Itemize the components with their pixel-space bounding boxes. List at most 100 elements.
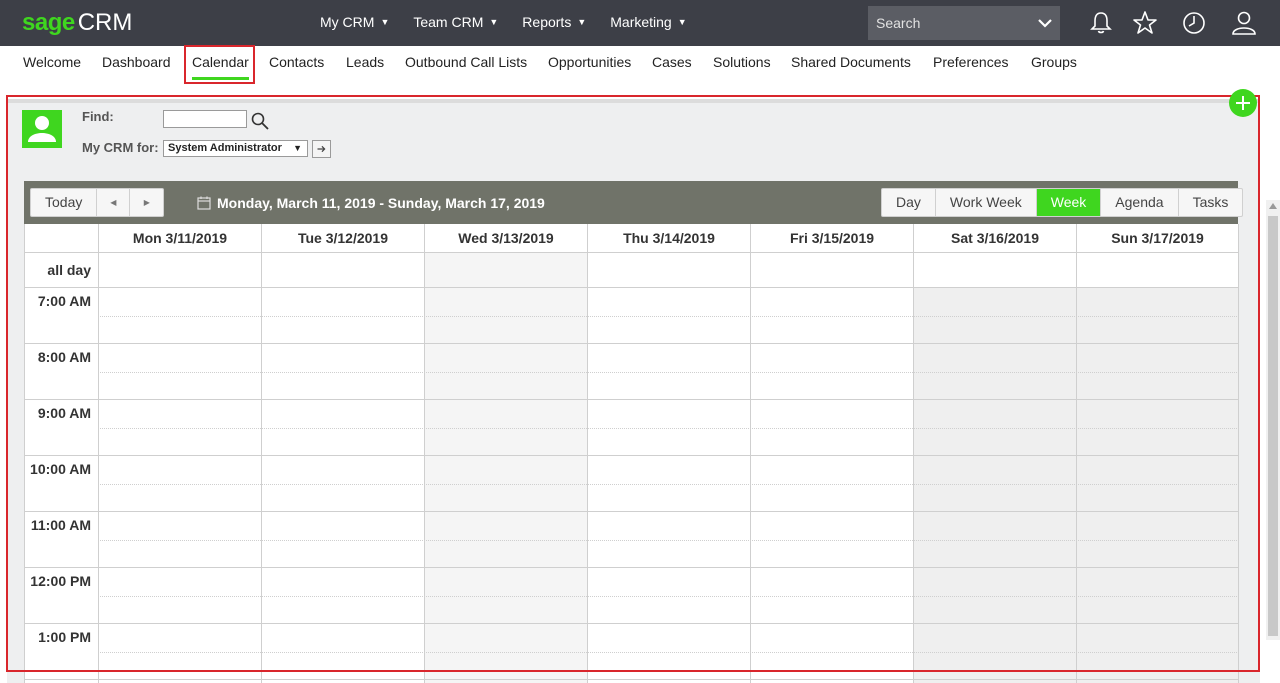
user-icon[interactable]: [1231, 10, 1257, 36]
grid-line: [1076, 224, 1077, 683]
caret-down-icon: ▼: [489, 17, 499, 27]
half-hour-line: [98, 540, 1239, 541]
day-header-sun[interactable]: Sun 3/17/2019: [1077, 224, 1239, 253]
calendar-icon: [197, 196, 211, 210]
tab-contacts[interactable]: Contacts: [269, 46, 324, 80]
caret-down-icon: ▼: [577, 17, 587, 27]
search-box: [868, 6, 1060, 40]
day-header-mon[interactable]: Mon 3/11/2019: [99, 224, 262, 253]
tab-opportunities[interactable]: Opportunities: [548, 46, 631, 80]
tab-welcome[interactable]: Welcome: [23, 46, 81, 80]
grid-line: [913, 224, 914, 683]
view-tasks-button[interactable]: Tasks: [1179, 189, 1243, 216]
my-crm-user-value: System Administrator: [168, 142, 282, 154]
topnav-team-crm-label: Team CRM: [413, 14, 484, 30]
find-input[interactable]: [163, 110, 247, 128]
clock-icon[interactable]: [1181, 10, 1207, 36]
half-hour-line: [98, 316, 1239, 317]
topnav-reports[interactable]: Reports ▼: [510, 0, 598, 46]
bell-icon[interactable]: [1088, 10, 1114, 36]
scroll-up-arrow-icon[interactable]: [1269, 203, 1277, 209]
topnav-my-crm-label: My CRM: [320, 14, 375, 30]
top-nav: My CRM ▼ Team CRM ▼ Reports ▼ Marketing ▼: [308, 0, 699, 46]
half-hour-line: [98, 372, 1239, 373]
search-input[interactable]: [868, 6, 1028, 40]
today-column-shade: [425, 253, 588, 683]
tab-solutions[interactable]: Solutions: [713, 46, 771, 80]
time-label: 11:00 AM: [30, 517, 91, 533]
hour-line: [25, 623, 1239, 624]
topnav-my-crm[interactable]: My CRM ▼: [308, 0, 401, 46]
grid-line: [98, 224, 99, 683]
view-week-button[interactable]: Week: [1036, 189, 1102, 216]
page-scrollbar[interactable]: [1266, 200, 1280, 640]
chevron-down-icon[interactable]: [1036, 14, 1054, 32]
caret-down-icon: ▼: [380, 17, 390, 27]
date-range: Monday, March 11, 2019 - Sunday, March 1…: [197, 195, 545, 211]
time-label: 9:00 AM: [37, 405, 91, 421]
time-label: 8:00 AM: [37, 349, 91, 365]
tab-groups[interactable]: Groups: [1031, 46, 1077, 80]
tab-leads[interactable]: Leads: [346, 46, 384, 80]
scrollbar-thumb[interactable]: [1268, 216, 1278, 636]
topnav-reports-label: Reports: [522, 14, 572, 30]
view-day-button[interactable]: Day: [882, 189, 936, 216]
find-label: Find:: [82, 109, 114, 124]
search-icon[interactable]: [250, 111, 270, 131]
navigation-buttons: Today ◀ ▶: [30, 188, 165, 217]
star-icon[interactable]: [1132, 10, 1158, 36]
sage-crm-logo[interactable]: sage CRM: [22, 8, 132, 38]
grid-line: [750, 224, 751, 683]
time-label: 10:00 AM: [30, 461, 91, 477]
grid-line: [424, 224, 425, 683]
half-hour-line: [98, 596, 1239, 597]
tab-shared-documents[interactable]: Shared Documents: [791, 46, 911, 80]
top-bar: sage CRM My CRM ▼ Team CRM ▼ Reports ▼ Marke…: [0, 0, 1280, 46]
hour-line: [25, 455, 1239, 456]
hour-line: [25, 399, 1239, 400]
day-header-fri[interactable]: Fri 3/15/2019: [751, 224, 914, 253]
hour-line: [25, 343, 1239, 344]
day-header-sat[interactable]: Sat 3/16/2019: [914, 224, 1077, 253]
hour-line: [25, 567, 1239, 568]
week-grid: Mon 3/11/2019 Tue 3/12/2019 Wed 3/13/201…: [24, 224, 1239, 683]
topnav-marketing[interactable]: Marketing ▼: [598, 0, 698, 46]
all-day-label: all day: [47, 262, 91, 278]
all-day-row[interactable]: [25, 253, 1239, 288]
logo-crm-text: CRM: [77, 9, 133, 36]
hour-line: [25, 679, 1239, 680]
date-range-text: Monday, March 11, 2019 - Sunday, March 1…: [217, 195, 545, 211]
time-label: 7:00 AM: [37, 293, 91, 309]
logo-sage-text: sage: [22, 9, 75, 36]
tab-outbound-call-lists[interactable]: Outbound Call Lists: [405, 46, 527, 80]
today-button[interactable]: Today: [31, 189, 98, 216]
hour-line: [25, 511, 1239, 512]
half-hour-line: [98, 428, 1239, 429]
view-switcher: Day Work Week Week Agenda Tasks: [881, 188, 1244, 217]
tab-cases[interactable]: Cases: [652, 46, 692, 80]
my-crm-user-select[interactable]: System Administrator ▼: [163, 140, 308, 157]
go-arrow-button[interactable]: [312, 140, 331, 158]
add-new-button[interactable]: [1229, 89, 1257, 117]
day-header-thu[interactable]: Thu 3/14/2019: [588, 224, 751, 253]
tab-preferences[interactable]: Preferences: [933, 46, 1008, 80]
grid-line: [261, 224, 262, 683]
caret-down-icon: ▼: [293, 143, 302, 153]
next-week-button[interactable]: ▶: [130, 189, 163, 216]
day-header-wed[interactable]: Wed 3/13/2019: [425, 224, 588, 253]
grid-line: [587, 224, 588, 683]
topnav-team-crm[interactable]: Team CRM ▼: [401, 0, 510, 46]
prev-week-button[interactable]: ◀: [97, 189, 131, 216]
tab-calendar[interactable]: Calendar: [192, 46, 249, 80]
view-agenda-button[interactable]: Agenda: [1101, 189, 1179, 216]
view-work-week-button[interactable]: Work Week: [936, 189, 1037, 216]
tab-dashboard[interactable]: Dashboard: [102, 46, 171, 80]
day-header-tue[interactable]: Tue 3/12/2019: [262, 224, 425, 253]
time-label: 1:00 PM: [38, 629, 91, 645]
half-hour-line: [98, 652, 1239, 653]
half-hour-line: [98, 484, 1239, 485]
time-label: 12:00 PM: [30, 573, 91, 589]
my-crm-for-label: My CRM for:: [82, 140, 159, 155]
calendar-toolbar: Today ◀ ▶ Monday, March 11, 2019 - Sunda…: [24, 181, 1244, 224]
topnav-marketing-label: Marketing: [610, 14, 672, 30]
